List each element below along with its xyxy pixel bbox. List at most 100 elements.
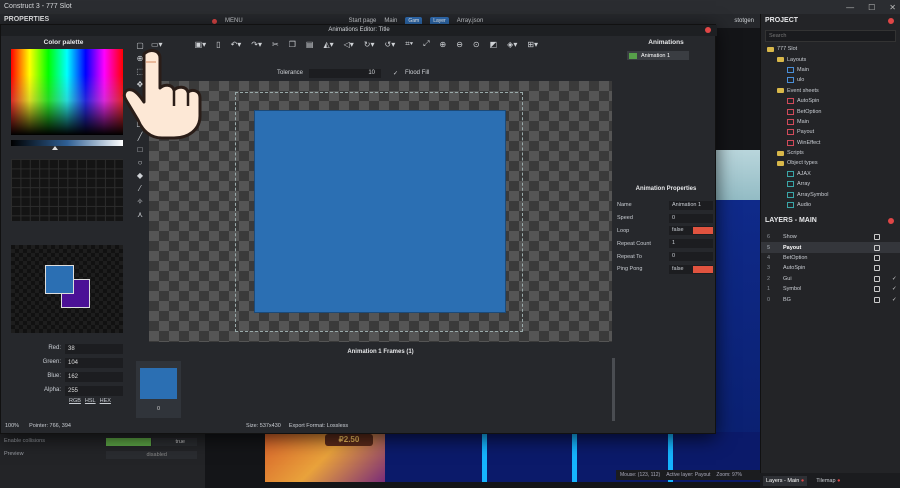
mode-rgb-link[interactable]: RGB <box>69 398 81 404</box>
rotate-ccw-icon[interactable]: ↺▾ <box>385 40 396 49</box>
minimize-icon[interactable]: — <box>846 3 854 12</box>
pointing-hand-icon <box>122 49 202 140</box>
layer-row[interactable]: 4 BetOption <box>761 253 900 263</box>
tree-item[interactable]: Main <box>767 65 900 75</box>
collisions-value[interactable]: true <box>152 438 197 446</box>
layer-row[interactable]: 6 Show <box>761 232 900 242</box>
cut-icon[interactable]: ✂ <box>272 40 279 49</box>
tree-item[interactable]: WinEffect <box>767 138 900 148</box>
visibility-check[interactable]: ✓ <box>892 297 900 303</box>
property-value[interactable]: 1 <box>669 239 713 249</box>
mirror-icon[interactable]: ◁▾ <box>344 40 354 49</box>
color-picker-icon[interactable]: ⁄ <box>133 182 147 195</box>
lock-icon[interactable] <box>874 275 880 282</box>
lock-icon[interactable] <box>874 286 880 293</box>
green-input[interactable]: 104 <box>65 358 123 368</box>
tree-item[interactable]: Layouts <box>767 54 900 64</box>
tree-item[interactable]: ArraySymbol <box>767 189 900 199</box>
paste-icon[interactable]: ▤ <box>306 40 314 49</box>
property-value[interactable]: Animation 1 <box>669 200 713 210</box>
project-search-input[interactable]: Search <box>765 30 896 42</box>
layer-row[interactable]: 5 Payout <box>761 242 900 253</box>
rotate-icon[interactable]: ↻▾ <box>364 40 375 49</box>
origin-icon[interactable]: ✧ <box>133 195 147 208</box>
redo-icon[interactable]: ↷▾ <box>251 40 262 49</box>
blue-input[interactable]: 162 <box>65 372 123 382</box>
property-value[interactable]: false <box>669 264 713 274</box>
property-row: Speed 0 <box>617 212 713 225</box>
tree-item[interactable]: AutoSpin <box>767 96 900 106</box>
flood-fill-checkbox[interactable]: ✓ <box>393 70 401 77</box>
tab-layers-main[interactable]: Layers - Main ● <box>763 475 808 486</box>
maximize-icon[interactable]: ☐ <box>868 3 875 12</box>
tolerance-input[interactable]: 10 <box>309 68 381 78</box>
resize-icon[interactable]: ⤢ <box>423 39 429 49</box>
color-swatch-grid[interactable] <box>11 159 123 221</box>
tab-tilemap[interactable]: Tilemap ● <box>813 476 843 486</box>
image-points-icon[interactable]: ⋏ <box>133 208 147 221</box>
toggle-switch[interactable] <box>693 265 713 273</box>
property-value[interactable]: false <box>669 226 713 236</box>
tree-item[interactable]: AJAX <box>767 169 900 179</box>
tree-item[interactable]: Event sheets <box>767 86 900 96</box>
visibility-check[interactable]: ✓ <box>892 286 900 292</box>
mode-hex-link[interactable]: HEX <box>100 398 111 404</box>
layer-row[interactable]: 3 AutoSpin <box>761 263 900 273</box>
property-value[interactable]: 0 <box>669 213 713 223</box>
tree-item[interactable]: Audio <box>767 200 900 210</box>
property-value[interactable]: 0 <box>669 252 713 262</box>
lock-icon[interactable] <box>874 244 880 251</box>
rectangle-icon[interactable]: □ <box>133 143 147 156</box>
pointer-pos: Pointer: 766, 394 <box>29 423 71 429</box>
visibility-check[interactable]: ✓ <box>892 276 900 282</box>
collisions-toggle[interactable] <box>106 438 151 446</box>
lock-icon[interactable] <box>874 265 880 272</box>
copy-icon[interactable]: ❐ <box>289 40 296 49</box>
tree-item-label: AJAX <box>797 170 811 177</box>
alpha-input[interactable]: 255 <box>65 386 123 396</box>
undo-icon[interactable]: ↶▾ <box>231 40 242 49</box>
user-name[interactable]: stotgen <box>734 18 754 24</box>
toggle-switch[interactable] <box>693 227 713 235</box>
lock-icon[interactable] <box>874 296 880 303</box>
layers-icon[interactable]: ◈▾ <box>507 40 517 49</box>
fill-bucket-icon[interactable]: ◆ <box>133 169 147 182</box>
ellipse-icon[interactable]: ○ <box>133 156 147 169</box>
close-icon[interactable]: ✕ <box>889 3 896 12</box>
tree-item[interactable]: Scripts <box>767 148 900 158</box>
zoom-out-icon[interactable]: ⊖ <box>456 40 463 49</box>
tree-item[interactable]: ulo <box>767 75 900 85</box>
panel-close-icon[interactable] <box>888 218 894 224</box>
frames-scrollbar[interactable] <box>612 358 615 421</box>
panel-close-icon[interactable] <box>888 18 894 24</box>
red-input[interactable]: 38 <box>65 344 123 354</box>
animation-item[interactable]: Animation 1 <box>627 51 689 60</box>
tree-item[interactable]: Payout <box>767 127 900 137</box>
background-icon[interactable]: ◩ <box>490 40 498 49</box>
property-label: Repeat To <box>617 253 642 260</box>
zoom-fit-icon[interactable]: ⊙ <box>473 40 480 49</box>
zoom-in-icon[interactable]: ⊕ <box>440 40 447 49</box>
tree-item[interactable]: Main <box>767 117 900 127</box>
tree-item[interactable]: BetOption <box>767 106 900 116</box>
project-panel: PROJECT Search 777 Slot Layouts Main ulo Eve… <box>760 14 900 214</box>
flip-icon[interactable]: ◭▾ <box>323 40 333 49</box>
tree-item[interactable]: Array <box>767 179 900 189</box>
lock-icon[interactable] <box>874 234 880 241</box>
color-spectrum[interactable] <box>11 49 123 135</box>
layer-row[interactable]: 1 Symbol ✓ <box>761 284 900 294</box>
primary-color-swatch[interactable] <box>45 265 74 294</box>
sprite-image[interactable] <box>254 110 506 313</box>
lock-icon[interactable] <box>874 254 880 261</box>
shade-slider-handle[interactable] <box>52 146 58 150</box>
tree-item[interactable]: Object types <box>767 158 900 168</box>
layer-row[interactable]: 0 BG ✓ <box>761 294 900 304</box>
grid-icon[interactable]: ⊞▾ <box>527 40 538 49</box>
preview-value[interactable]: disabled <box>106 451 197 459</box>
tree-item[interactable]: 777 Slot <box>767 44 900 54</box>
mode-hsl-link[interactable]: HSL <box>85 398 96 404</box>
shade-slider[interactable] <box>11 140 123 146</box>
dialog-close-icon[interactable] <box>705 27 711 33</box>
crop-icon[interactable]: ⌗▾ <box>405 39 413 49</box>
layer-row[interactable]: 2 Gui ✓ <box>761 274 900 284</box>
